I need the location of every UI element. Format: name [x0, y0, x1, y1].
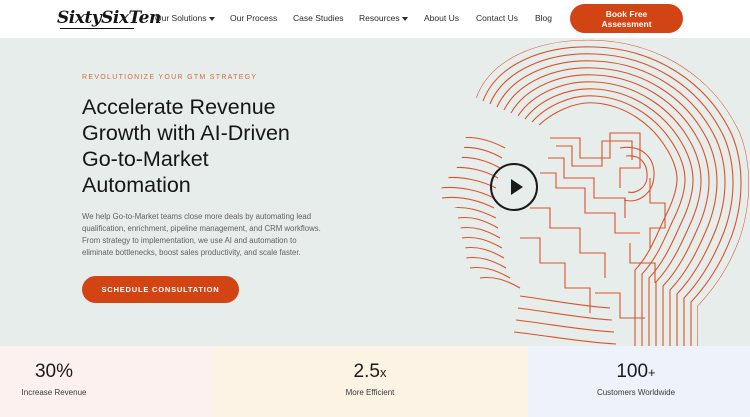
ai-head-illustration: [439, 39, 749, 346]
nav-item-label: About Us: [424, 13, 459, 23]
description-line: From strategy to implementation, we use …: [82, 236, 297, 245]
description-line: qualification, enrichment, pipeline mana…: [82, 224, 321, 233]
stat-customers-worldwide: 100+ Customers Worldwide: [528, 346, 750, 417]
nav-item-contact-us[interactable]: Contact Us: [476, 13, 518, 23]
cta-line-1: Book Free: [605, 9, 648, 19]
caret-down-icon: [208, 16, 215, 21]
schedule-consultation-button[interactable]: SCHEDULE CONSULTATION: [82, 276, 239, 303]
hero-eyebrow: REVOLUTIONIZE YOUR GTM STRATEGY: [82, 74, 258, 81]
play-video-button[interactable]: [490, 163, 538, 211]
stat-label: Customers Worldwide: [596, 388, 676, 397]
play-icon: [511, 179, 523, 195]
nav-item-blog[interactable]: Blog: [535, 13, 552, 23]
headline-line: Go-to-Market: [82, 147, 209, 171]
caret-down-icon: [401, 16, 408, 21]
nav-item-label: Our Process: [230, 13, 278, 23]
description-line: We help Go-to-Market teams close more de…: [82, 212, 312, 221]
nav-item-label: Blog: [535, 13, 553, 23]
book-free-assessment-button[interactable]: Book Free Assessment: [570, 4, 683, 33]
head-contour-lines: [439, 39, 749, 346]
nav-item-resources[interactable]: Resources: [359, 13, 408, 23]
nav-item-about-us[interactable]: About Us: [424, 13, 459, 23]
cta-line-2: Assessment: [601, 19, 652, 29]
stat-value: 2.5x: [353, 361, 387, 382]
headline-line: Growth with AI-Driven: [82, 121, 290, 145]
logo-underline: [60, 28, 134, 29]
stat-more-efficient: 2.5x More Efficient: [212, 346, 528, 417]
nav-item-label: Case Studies: [293, 13, 344, 23]
hero-section: REVOLUTIONIZE YOUR GTM STRATEGY Accelera…: [0, 38, 750, 346]
nav-item-our-solutions[interactable]: Our Solutions: [155, 13, 215, 23]
top-navigation: SixtySixTen Our Solutions Our Process Ca…: [0, 0, 750, 38]
stats-strip: 30% Increase Revenue 2.5x More Efficient…: [0, 346, 750, 417]
stat-increase-revenue: 30% Increase Revenue: [0, 346, 212, 417]
nav-item-case-studies[interactable]: Case Studies: [293, 13, 344, 23]
nav-item-label: Resources: [359, 13, 400, 23]
nav-item-label: Contact Us: [476, 13, 519, 23]
description-line: eliminate bottlenecks, boost sales produ…: [82, 248, 301, 257]
headline-line: Automation: [82, 173, 191, 197]
stat-label: More Efficient: [345, 388, 395, 397]
hero-description: We help Go-to-Market teams close more de…: [82, 211, 382, 259]
hero-headline: Accelerate Revenue Growth with AI-Driven…: [82, 94, 382, 198]
nav-item-our-process[interactable]: Our Process: [230, 13, 277, 23]
stat-value: 30%: [34, 361, 74, 382]
stat-label: Increase Revenue: [21, 388, 87, 397]
headline-line: Accelerate Revenue: [82, 95, 276, 119]
nav-item-label: Our Solutions: [155, 13, 207, 23]
stat-value: 100+: [616, 361, 656, 382]
brand-logo[interactable]: SixtySixTen: [57, 8, 161, 28]
